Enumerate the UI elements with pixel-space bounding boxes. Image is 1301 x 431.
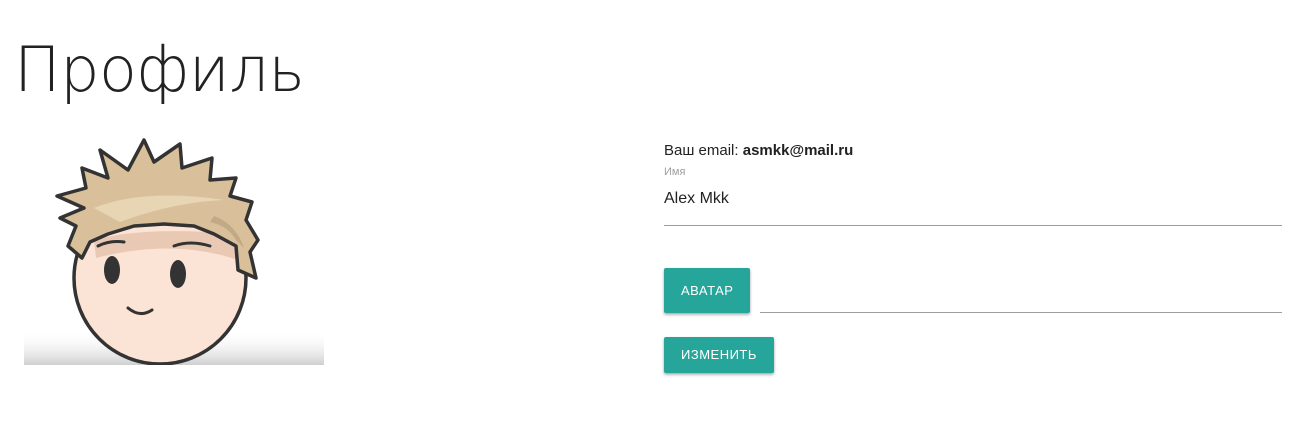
name-field-label: Имя — [664, 166, 686, 178]
email-value: asmkk@mail.ru — [742, 142, 854, 159]
avatar-file-path-input[interactable] — [760, 312, 1282, 313]
avatar-upload-button[interactable]: Аватар — [664, 268, 751, 313]
submit-row: Изменить — [664, 337, 1282, 373]
email-label: Ваш email: — [664, 142, 739, 159]
cartoon-boy-avatar-icon — [24, 138, 324, 365]
avatar-file-row: Аватар — [664, 268, 1282, 314]
email-line: Ваш email: asmkk@mail.ru — [664, 140, 1282, 162]
profile-form: Ваш email: asmkk@mail.ru Имя Аватар Изме… — [664, 140, 1282, 373]
page-title: Профиль — [14, 33, 305, 106]
name-field-container — [664, 189, 1282, 226]
submit-button[interactable]: Изменить — [664, 337, 774, 373]
avatar-image — [24, 130, 324, 365]
name-field[interactable] — [664, 189, 1282, 209]
